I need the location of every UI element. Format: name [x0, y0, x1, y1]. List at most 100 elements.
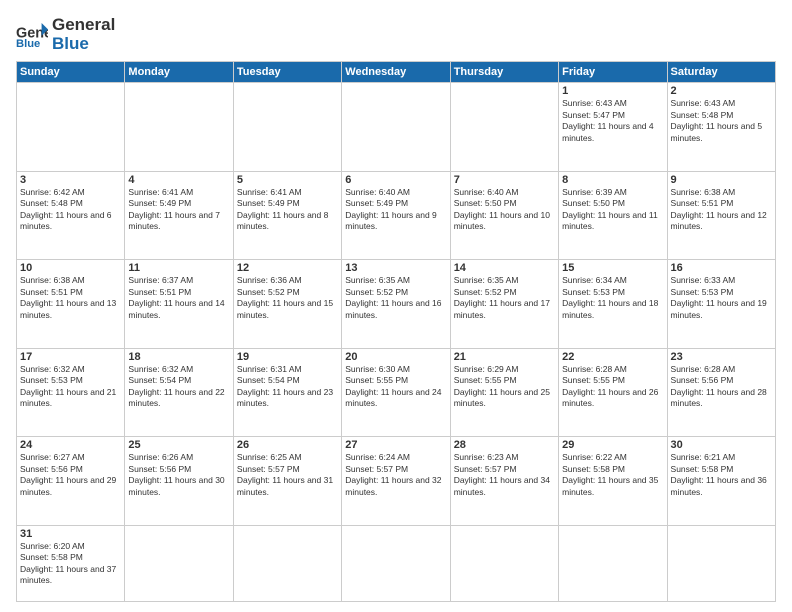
cell-info: Sunrise: 6:40 AMSunset: 5:50 PMDaylight:…	[454, 187, 555, 233]
logo: General Blue General Blue	[16, 16, 115, 53]
calendar-week-row: 1Sunrise: 6:43 AMSunset: 5:47 PMDaylight…	[17, 83, 776, 171]
day-number: 12	[237, 262, 338, 274]
day-number: 11	[128, 262, 229, 274]
calendar-cell: 26Sunrise: 6:25 AMSunset: 5:57 PMDayligh…	[233, 437, 341, 525]
calendar-cell: 16Sunrise: 6:33 AMSunset: 5:53 PMDayligh…	[667, 260, 775, 348]
cell-info: Sunrise: 6:22 AMSunset: 5:58 PMDaylight:…	[562, 452, 663, 498]
cell-info: Sunrise: 6:38 AMSunset: 5:51 PMDaylight:…	[671, 187, 772, 233]
cell-info: Sunrise: 6:25 AMSunset: 5:57 PMDaylight:…	[237, 452, 338, 498]
calendar-cell: 30Sunrise: 6:21 AMSunset: 5:58 PMDayligh…	[667, 437, 775, 525]
day-number: 8	[562, 174, 663, 186]
day-number: 17	[20, 351, 121, 363]
day-number: 22	[562, 351, 663, 363]
calendar-cell: 25Sunrise: 6:26 AMSunset: 5:56 PMDayligh…	[125, 437, 233, 525]
calendar-cell: 23Sunrise: 6:28 AMSunset: 5:56 PMDayligh…	[667, 348, 775, 436]
day-number: 15	[562, 262, 663, 274]
day-number: 1	[562, 85, 663, 97]
calendar-header-thursday: Thursday	[450, 62, 558, 83]
cell-info: Sunrise: 6:35 AMSunset: 5:52 PMDaylight:…	[345, 275, 446, 321]
cell-info: Sunrise: 6:28 AMSunset: 5:56 PMDaylight:…	[671, 364, 772, 410]
logo-general: General	[52, 16, 115, 35]
calendar-header-monday: Monday	[125, 62, 233, 83]
cell-info: Sunrise: 6:24 AMSunset: 5:57 PMDaylight:…	[345, 452, 446, 498]
calendar-week-row: 31Sunrise: 6:20 AMSunset: 5:58 PMDayligh…	[17, 525, 776, 601]
calendar-cell: 18Sunrise: 6:32 AMSunset: 5:54 PMDayligh…	[125, 348, 233, 436]
cell-info: Sunrise: 6:21 AMSunset: 5:58 PMDaylight:…	[671, 452, 772, 498]
day-number: 4	[128, 174, 229, 186]
calendar-header-saturday: Saturday	[667, 62, 775, 83]
calendar-cell: 10Sunrise: 6:38 AMSunset: 5:51 PMDayligh…	[17, 260, 125, 348]
cell-info: Sunrise: 6:23 AMSunset: 5:57 PMDaylight:…	[454, 452, 555, 498]
day-number: 5	[237, 174, 338, 186]
day-number: 28	[454, 439, 555, 451]
calendar-cell: 6Sunrise: 6:40 AMSunset: 5:49 PMDaylight…	[342, 171, 450, 259]
calendar-cell	[233, 83, 341, 171]
day-number: 26	[237, 439, 338, 451]
calendar-week-row: 3Sunrise: 6:42 AMSunset: 5:48 PMDaylight…	[17, 171, 776, 259]
cell-info: Sunrise: 6:29 AMSunset: 5:55 PMDaylight:…	[454, 364, 555, 410]
day-number: 30	[671, 439, 772, 451]
calendar-table: SundayMondayTuesdayWednesdayThursdayFrid…	[16, 61, 776, 602]
calendar-cell: 5Sunrise: 6:41 AMSunset: 5:49 PMDaylight…	[233, 171, 341, 259]
calendar-cell: 7Sunrise: 6:40 AMSunset: 5:50 PMDaylight…	[450, 171, 558, 259]
day-number: 27	[345, 439, 446, 451]
calendar-cell: 31Sunrise: 6:20 AMSunset: 5:58 PMDayligh…	[17, 525, 125, 601]
day-number: 31	[20, 528, 121, 540]
day-number: 20	[345, 351, 446, 363]
cell-info: Sunrise: 6:34 AMSunset: 5:53 PMDaylight:…	[562, 275, 663, 321]
day-number: 10	[20, 262, 121, 274]
calendar-cell: 11Sunrise: 6:37 AMSunset: 5:51 PMDayligh…	[125, 260, 233, 348]
calendar-cell: 27Sunrise: 6:24 AMSunset: 5:57 PMDayligh…	[342, 437, 450, 525]
calendar-cell	[450, 525, 558, 601]
logo-blue: Blue	[52, 35, 115, 54]
calendar-cell	[450, 83, 558, 171]
day-number: 19	[237, 351, 338, 363]
calendar-header-friday: Friday	[559, 62, 667, 83]
calendar-cell: 2Sunrise: 6:43 AMSunset: 5:48 PMDaylight…	[667, 83, 775, 171]
calendar-cell: 21Sunrise: 6:29 AMSunset: 5:55 PMDayligh…	[450, 348, 558, 436]
cell-info: Sunrise: 6:42 AMSunset: 5:48 PMDaylight:…	[20, 187, 121, 233]
day-number: 29	[562, 439, 663, 451]
day-number: 23	[671, 351, 772, 363]
calendar-cell	[559, 525, 667, 601]
cell-info: Sunrise: 6:43 AMSunset: 5:47 PMDaylight:…	[562, 98, 663, 144]
cell-info: Sunrise: 6:33 AMSunset: 5:53 PMDaylight:…	[671, 275, 772, 321]
cell-info: Sunrise: 6:43 AMSunset: 5:48 PMDaylight:…	[671, 98, 772, 144]
calendar-cell: 28Sunrise: 6:23 AMSunset: 5:57 PMDayligh…	[450, 437, 558, 525]
calendar-cell: 1Sunrise: 6:43 AMSunset: 5:47 PMDaylight…	[559, 83, 667, 171]
cell-info: Sunrise: 6:32 AMSunset: 5:54 PMDaylight:…	[128, 364, 229, 410]
calendar-week-row: 10Sunrise: 6:38 AMSunset: 5:51 PMDayligh…	[17, 260, 776, 348]
cell-info: Sunrise: 6:38 AMSunset: 5:51 PMDaylight:…	[20, 275, 121, 321]
day-number: 2	[671, 85, 772, 97]
cell-info: Sunrise: 6:32 AMSunset: 5:53 PMDaylight:…	[20, 364, 121, 410]
calendar-header-tuesday: Tuesday	[233, 62, 341, 83]
calendar-cell	[17, 83, 125, 171]
calendar-cell: 12Sunrise: 6:36 AMSunset: 5:52 PMDayligh…	[233, 260, 341, 348]
day-number: 14	[454, 262, 555, 274]
calendar-header-row: SundayMondayTuesdayWednesdayThursdayFrid…	[17, 62, 776, 83]
day-number: 6	[345, 174, 446, 186]
cell-info: Sunrise: 6:28 AMSunset: 5:55 PMDaylight:…	[562, 364, 663, 410]
cell-info: Sunrise: 6:27 AMSunset: 5:56 PMDaylight:…	[20, 452, 121, 498]
day-number: 13	[345, 262, 446, 274]
calendar-cell	[125, 83, 233, 171]
calendar-cell: 4Sunrise: 6:41 AMSunset: 5:49 PMDaylight…	[125, 171, 233, 259]
cell-info: Sunrise: 6:37 AMSunset: 5:51 PMDaylight:…	[128, 275, 229, 321]
header: General Blue General Blue	[16, 16, 776, 53]
calendar-cell: 17Sunrise: 6:32 AMSunset: 5:53 PMDayligh…	[17, 348, 125, 436]
calendar-cell: 22Sunrise: 6:28 AMSunset: 5:55 PMDayligh…	[559, 348, 667, 436]
calendar-cell: 8Sunrise: 6:39 AMSunset: 5:50 PMDaylight…	[559, 171, 667, 259]
calendar-cell: 9Sunrise: 6:38 AMSunset: 5:51 PMDaylight…	[667, 171, 775, 259]
day-number: 3	[20, 174, 121, 186]
cell-info: Sunrise: 6:41 AMSunset: 5:49 PMDaylight:…	[237, 187, 338, 233]
cell-info: Sunrise: 6:35 AMSunset: 5:52 PMDaylight:…	[454, 275, 555, 321]
calendar-cell: 29Sunrise: 6:22 AMSunset: 5:58 PMDayligh…	[559, 437, 667, 525]
calendar-cell: 3Sunrise: 6:42 AMSunset: 5:48 PMDaylight…	[17, 171, 125, 259]
calendar-cell	[342, 83, 450, 171]
calendar-week-row: 17Sunrise: 6:32 AMSunset: 5:53 PMDayligh…	[17, 348, 776, 436]
day-number: 16	[671, 262, 772, 274]
cell-info: Sunrise: 6:26 AMSunset: 5:56 PMDaylight:…	[128, 452, 229, 498]
cell-info: Sunrise: 6:40 AMSunset: 5:49 PMDaylight:…	[345, 187, 446, 233]
calendar-cell	[125, 525, 233, 601]
day-number: 9	[671, 174, 772, 186]
